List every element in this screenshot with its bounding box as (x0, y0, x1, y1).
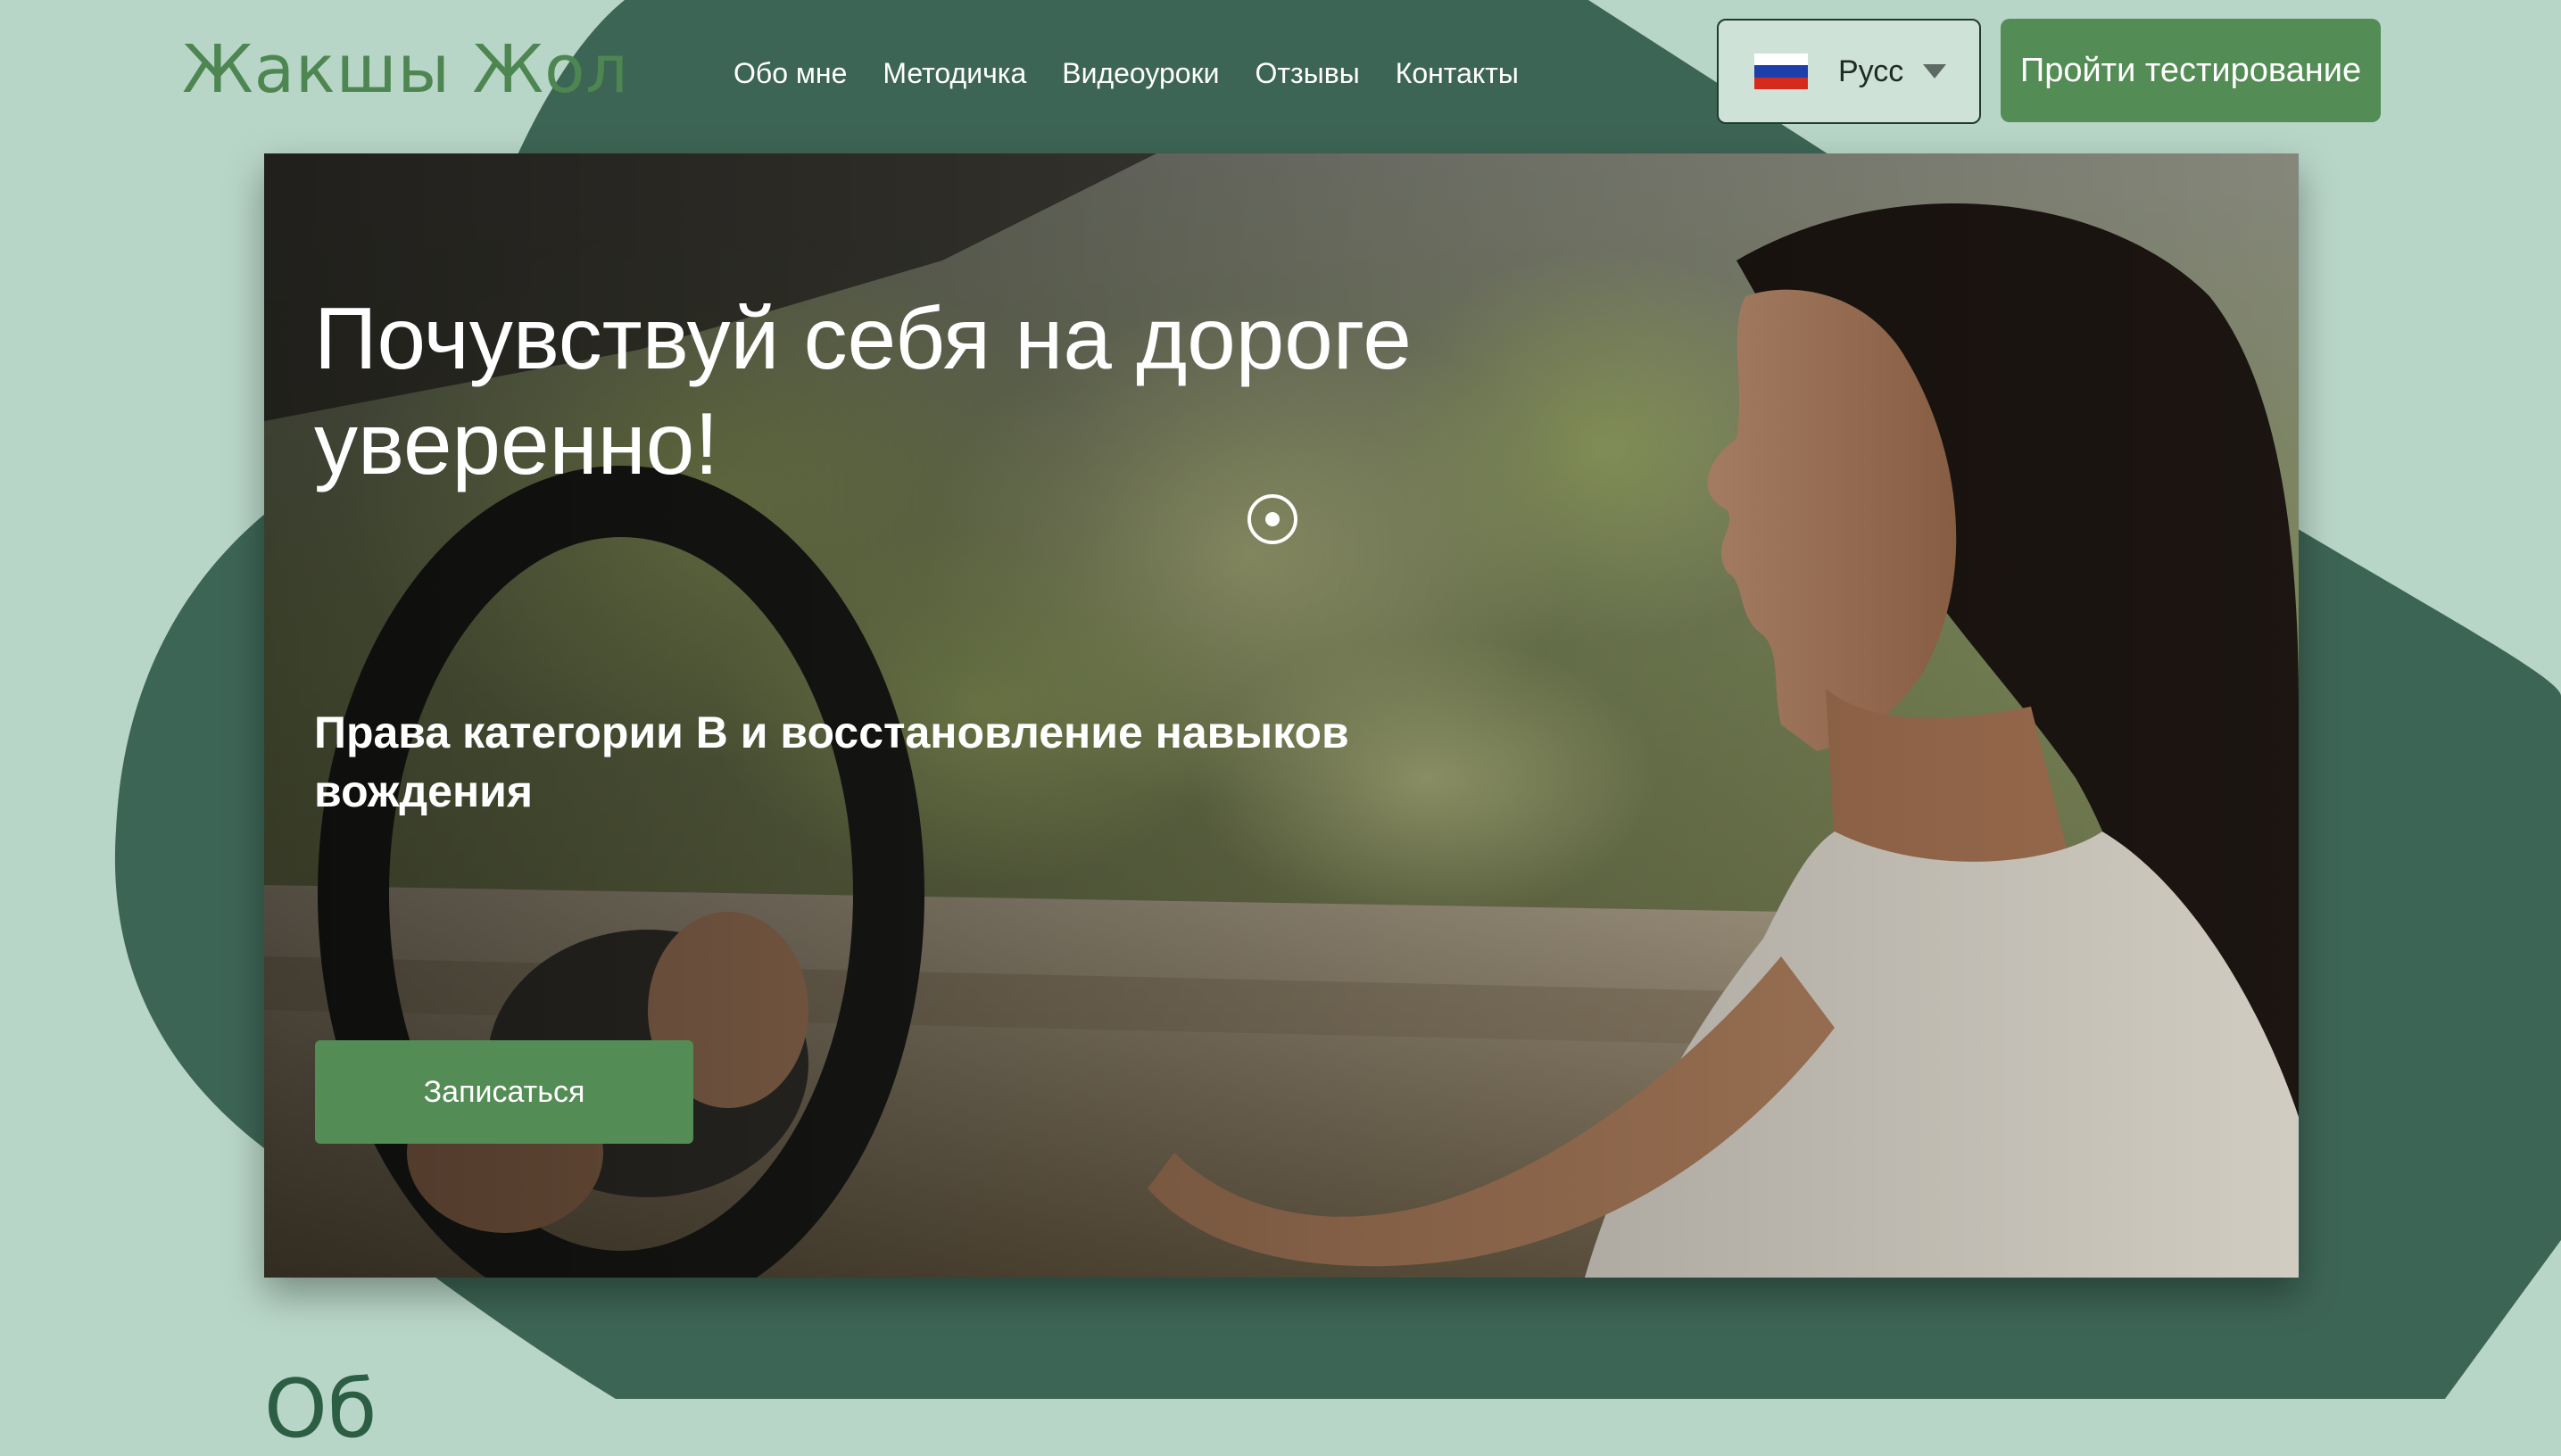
hero-banner: Почувствуй себя на дороге уверенно! Прав… (264, 153, 2299, 1278)
nav-about[interactable]: Обо мне (733, 55, 847, 91)
nav-reviews[interactable]: Отзывы (1255, 55, 1359, 91)
chevron-down-icon (1923, 64, 1947, 79)
next-section-heading: Об (264, 1362, 377, 1456)
language-select[interactable]: Русс (1717, 19, 1981, 124)
russia-flag-icon (1754, 54, 1808, 89)
slider-dot-icon[interactable] (1247, 494, 1297, 544)
site-logo[interactable]: Жакшы Жол (182, 34, 629, 105)
nav-contacts[interactable]: Контакты (1396, 55, 1519, 91)
language-label: Русс (1838, 54, 1904, 88)
hero-subtitle: Права категории В и восстановление навык… (314, 707, 1349, 816)
hero-title: Почувствуй себя на дороге уверенно! (314, 289, 1412, 492)
signup-button[interactable]: Записаться (315, 1040, 693, 1144)
nav-video-lessons[interactable]: Видеоуроки (1062, 55, 1219, 91)
main-nav: Обо мне Методичка Видеоуроки Отзывы Конт… (733, 55, 1519, 91)
take-test-button[interactable]: Пройти тестирование (2001, 19, 2381, 122)
nav-manual[interactable]: Методичка (883, 55, 1026, 91)
